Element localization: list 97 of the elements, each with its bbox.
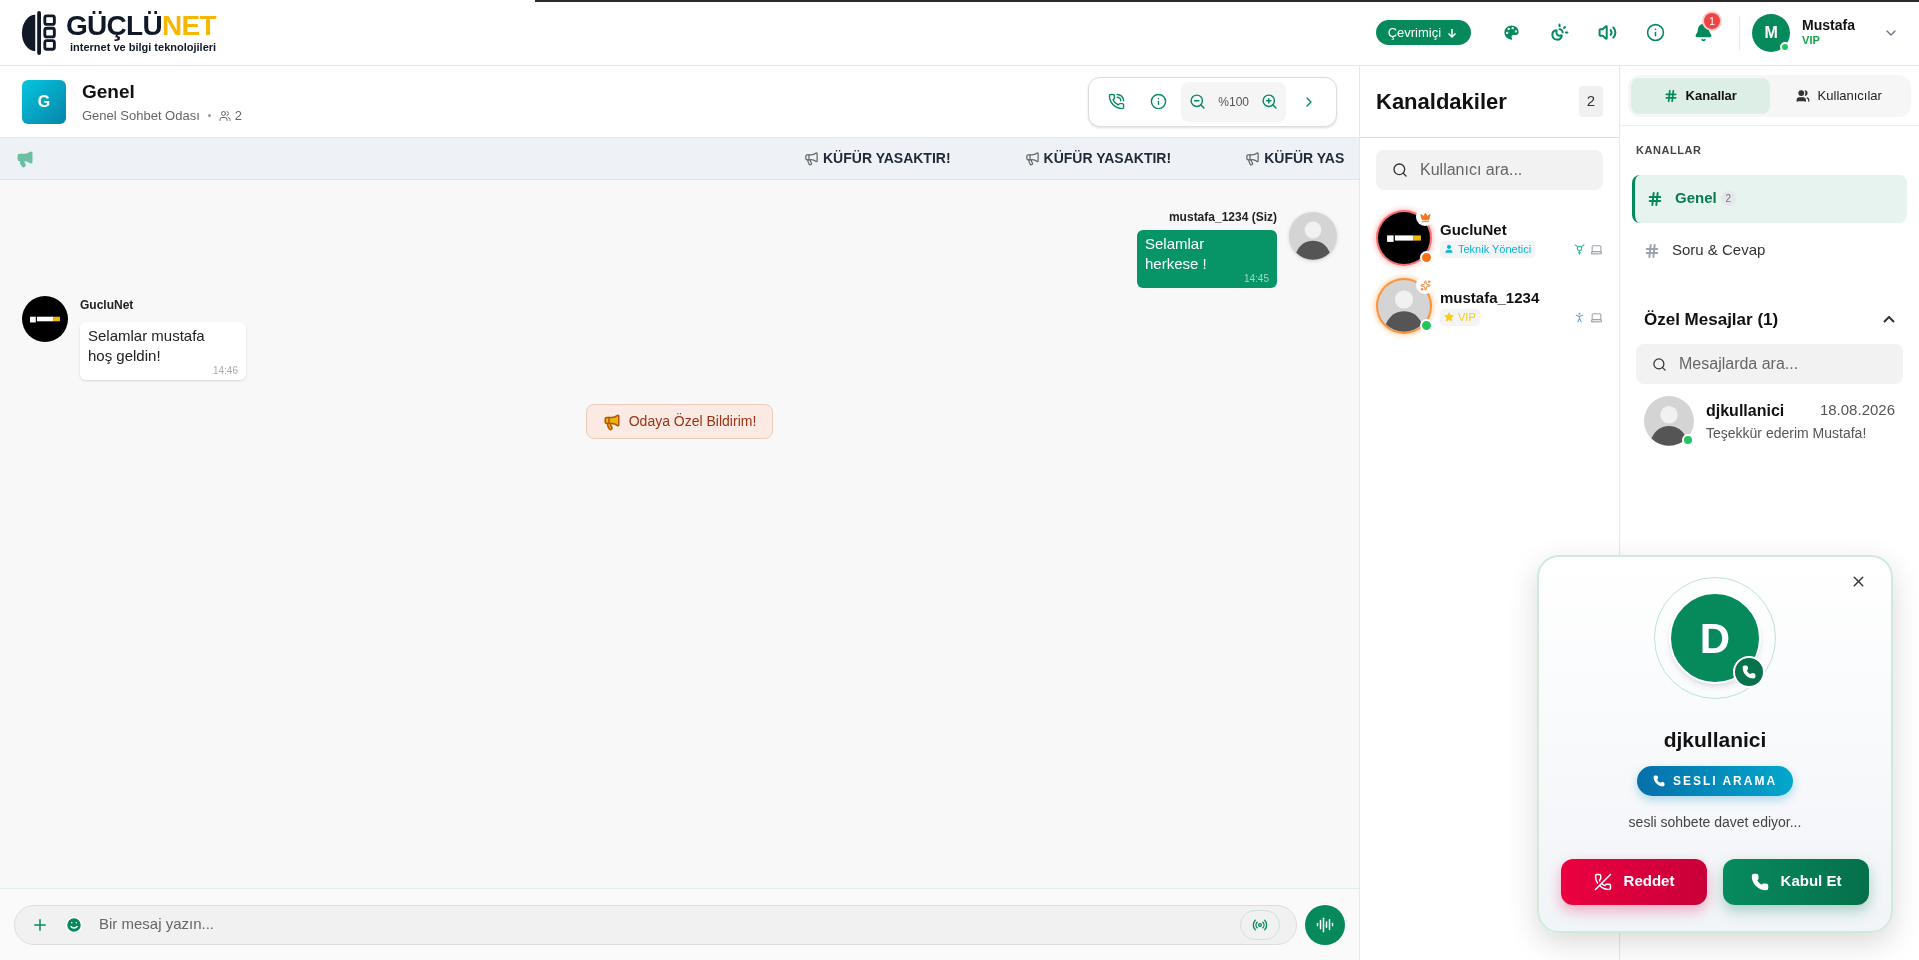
message-text: Selamlar herkese ! bbox=[1145, 234, 1208, 274]
logo-wordmark: GÜÇLÜ bbox=[66, 12, 163, 40]
user-avatar bbox=[1644, 396, 1694, 446]
member-row[interactable]: GucluNet Teknik Yönetici bbox=[1376, 210, 1603, 266]
zoom-out-icon bbox=[1189, 93, 1207, 110]
logo-wordmark-accent: NET bbox=[162, 12, 216, 40]
member-name: GucluNet bbox=[1440, 219, 1507, 240]
caller-name: djkullanici bbox=[1663, 727, 1767, 753]
channel-name: Genel bbox=[1675, 188, 1717, 209]
call-type-badge: SESLI ARAMA bbox=[1636, 765, 1794, 796]
message-text: Selamlar mustafa hoş geldin! bbox=[88, 326, 206, 366]
member-name: mustafa_1234 bbox=[1440, 287, 1540, 308]
megaphone-icon bbox=[16, 149, 34, 168]
call-message: sesli sohbete davet ediyor... bbox=[1628, 812, 1802, 832]
phone-icon bbox=[1750, 872, 1769, 891]
collapse-button[interactable] bbox=[1883, 315, 1895, 323]
search-icon bbox=[1392, 162, 1408, 178]
conversation-item[interactable]: djkullanici 18.08.2026 Teşekkür ederim Mustafa! bbox=[1620, 396, 1919, 446]
conversation-preview: Teşekkür ederim Mustafa! bbox=[1706, 423, 1868, 443]
member-row[interactable]: mustafa_1234 VIP bbox=[1376, 278, 1603, 334]
member-count: 2 bbox=[234, 107, 243, 125]
accept-button[interactable]: Kabul Et bbox=[1723, 858, 1869, 905]
user-avatar[interactable]: M bbox=[1752, 13, 1791, 52]
zoom-level: %100 bbox=[1218, 93, 1249, 111]
channel-count: 2 bbox=[1720, 191, 1736, 206]
megaphone-icon bbox=[602, 412, 621, 431]
emoji-icon bbox=[65, 915, 83, 934]
phone-icon bbox=[1107, 93, 1125, 110]
megaphone-icon bbox=[804, 151, 819, 166]
reject-button[interactable]: Reddet bbox=[1561, 858, 1707, 905]
room-avatar: G bbox=[22, 79, 66, 124]
volume-icon bbox=[1597, 23, 1617, 42]
status-button[interactable]: Çevrimiçi bbox=[1375, 19, 1472, 46]
megaphone-icon bbox=[1245, 151, 1261, 166]
hash-icon bbox=[1663, 88, 1678, 103]
vip-label: VIP bbox=[1802, 34, 1821, 49]
message-time: 14:46 bbox=[211, 366, 238, 376]
hash-icon bbox=[1644, 242, 1660, 259]
info-icon bbox=[1645, 23, 1665, 42]
logo-avatar bbox=[1378, 212, 1430, 264]
logo-avatar bbox=[22, 296, 68, 342]
announcement-text: KÜFÜR YASAKTIR! bbox=[1043, 149, 1172, 168]
section-title: KANALLAR bbox=[1635, 143, 1703, 158]
sound-wave-icon bbox=[1316, 915, 1334, 934]
panel-title: Kanaldakiler bbox=[1376, 88, 1507, 116]
notice-text: Odaya Özel Bildirim! bbox=[628, 412, 757, 431]
phone-off-icon bbox=[1593, 872, 1612, 891]
channel-name: Soru & Cevap bbox=[1672, 240, 1766, 261]
phone-icon bbox=[1652, 774, 1665, 787]
sidebar-tab[interactable]: Kullanıcılar bbox=[1769, 77, 1908, 114]
message-author: mustafa_1234 (Siz) bbox=[1168, 209, 1277, 226]
member-count: 2 bbox=[1578, 86, 1603, 117]
info-icon bbox=[1149, 93, 1167, 110]
laptop-icon bbox=[1590, 242, 1603, 256]
zoom-in-icon bbox=[1261, 93, 1278, 110]
user-name: Mustafa bbox=[1802, 16, 1855, 35]
private-messages-title: Özel Mesajlar (1) bbox=[1644, 308, 1779, 331]
logo-tagline: internet ve bilgi teknolojileri bbox=[69, 42, 217, 53]
conversation-date: 18.08.2026 bbox=[1819, 400, 1895, 421]
search-field[interactable]: Kullanıcı ara... bbox=[1420, 158, 1587, 182]
phone-icon bbox=[1742, 665, 1756, 679]
person-icon bbox=[1573, 310, 1586, 324]
message-search[interactable]: Mesajlarda ara... bbox=[1636, 344, 1903, 384]
user-search[interactable]: Kullanıcı ara... bbox=[1376, 150, 1603, 190]
conversation-name: djkullanici bbox=[1706, 400, 1785, 421]
zoom-out-button[interactable] bbox=[1189, 93, 1207, 110]
search-icon bbox=[1652, 356, 1667, 372]
search-field[interactable]: Mesajlarda ara... bbox=[1679, 352, 1887, 376]
laptop-icon bbox=[1590, 310, 1603, 324]
room-title: Genel bbox=[82, 79, 136, 104]
message-author: GucluNet bbox=[80, 297, 134, 314]
message-time: 14:45 bbox=[1242, 274, 1269, 284]
hash-icon bbox=[1647, 190, 1663, 207]
role-tag: VIP bbox=[1440, 309, 1480, 326]
channel-item[interactable]: Soru & Cevap bbox=[1632, 226, 1907, 275]
star-icon bbox=[1444, 312, 1454, 323]
room-subtitle: Genel Sohbet Odası bbox=[82, 107, 200, 125]
megaphone-icon bbox=[1024, 151, 1040, 166]
notification-count: 1 bbox=[1704, 13, 1721, 29]
voice-button[interactable] bbox=[1305, 904, 1345, 945]
role-tag: Teknik Yönetici bbox=[1440, 241, 1536, 258]
announcement-text: KÜFÜR YAS bbox=[1264, 149, 1345, 168]
announcement-text: KÜFÜR YASAKTIR! bbox=[823, 149, 951, 168]
user-avatar bbox=[1289, 212, 1337, 260]
theme-icon bbox=[1549, 23, 1569, 42]
gender-icon bbox=[1573, 242, 1586, 256]
sidebar-tab[interactable]: Kanallar bbox=[1631, 77, 1770, 114]
chevron-up-icon bbox=[1883, 315, 1895, 323]
user-avatar bbox=[1378, 280, 1430, 332]
palette-icon bbox=[1501, 23, 1521, 42]
caller-avatar: D bbox=[1669, 592, 1761, 684]
user-icon bbox=[1444, 244, 1454, 255]
channel-item[interactable]: Genel 2 bbox=[1632, 174, 1907, 223]
members-icon bbox=[218, 109, 231, 122]
users-icon bbox=[1795, 88, 1810, 103]
zoom-in-button[interactable] bbox=[1261, 93, 1278, 110]
message-input[interactable]: Bir mesaj yazın... bbox=[14, 904, 1297, 945]
